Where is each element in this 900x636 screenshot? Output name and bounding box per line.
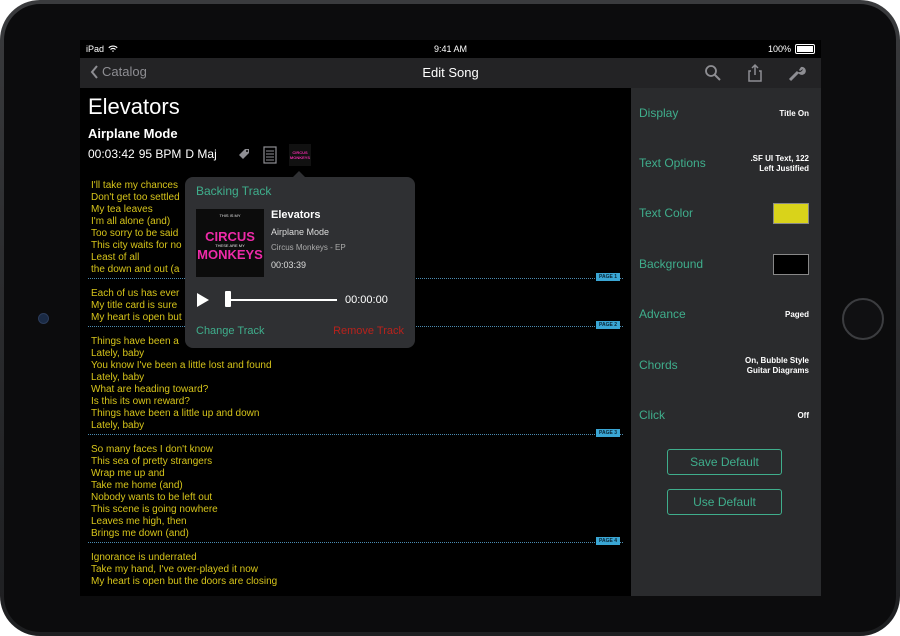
popover-title: Backing Track <box>196 184 272 198</box>
lyric-line: Lately, baby <box>91 372 145 383</box>
page-break: PAGE 3 <box>88 429 626 444</box>
playback-slider-track[interactable] <box>227 299 337 301</box>
album-art-line4: MONKEYS <box>197 247 263 262</box>
lyric-line: Nobody wants to be left out <box>91 492 213 503</box>
ipad-frame: iPad 9:41 AM 100% Catalog Edit Song Elev… <box>0 0 900 636</box>
battery-percent: 100% <box>767 44 791 54</box>
home-button[interactable] <box>842 298 884 340</box>
status-time: 9:41 AM <box>433 44 468 54</box>
setting-label: Text Options <box>639 156 706 170</box>
setting-label: Advance <box>639 307 686 321</box>
setting-label: Chords <box>639 358 678 372</box>
setting-value: Title On <box>779 109 809 118</box>
lyric-line: Is this its own reward? <box>91 396 190 407</box>
song-duration[interactable]: 00:03:42 <box>88 147 135 161</box>
lyric-line: Take my hand, I've over-played it now <box>91 564 258 575</box>
setting-value-line1: On, Bubble Style <box>744 356 809 365</box>
setting-label: Display <box>639 106 679 120</box>
song-title[interactable]: Elevators <box>88 94 180 120</box>
album-art-line1: THIS IS MY <box>219 213 241 218</box>
setting-text-options[interactable]: Text Options .SF UI Text, 122 Left Justi… <box>639 148 815 178</box>
setting-value: On, Bubble Style Guitar Diagrams <box>745 356 809 376</box>
screen: iPad 9:41 AM 100% Catalog Edit Song Elev… <box>80 40 821 596</box>
song-subtitle[interactable]: Airplane Mode <box>88 126 178 141</box>
album-art-line2: CIRCUS <box>205 229 255 244</box>
settings-panel: Display Title On Text Options .SF UI Tex… <box>631 88 821 596</box>
setting-background[interactable]: Background <box>639 249 815 279</box>
setting-label: Background <box>639 257 704 271</box>
lyric-line: What are heading toward? <box>91 384 209 395</box>
lyric-line: Brings me down (and) <box>91 528 189 539</box>
backing-track-popover: Backing Track THIS IS MY CIRCUS THESE AR… <box>185 177 415 348</box>
page-badge: PAGE 3 <box>596 429 620 437</box>
lyric-line: Leaves me high, then <box>91 516 187 527</box>
album-art: THIS IS MY CIRCUS THESE ARE MY MONKEYS <box>196 209 264 277</box>
background-color-swatch[interactable] <box>773 254 809 275</box>
playback-position: 00:00:00 <box>345 294 388 306</box>
lyric-line: Wrap me up and <box>91 468 165 479</box>
notes-icon[interactable] <box>263 146 277 164</box>
track-subtitle: Airplane Mode <box>271 227 330 237</box>
page-badge: PAGE 4 <box>596 537 620 545</box>
status-bar: iPad 9:41 AM 100% <box>80 40 821 58</box>
page-badge: PAGE 1 <box>596 273 620 281</box>
page-break: PAGE 4 <box>88 537 626 552</box>
lyric-line: My heart is open but the doors are closi… <box>91 576 278 587</box>
page-badge: PAGE 2 <box>596 321 620 329</box>
save-default-button[interactable]: Save Default <box>667 449 782 475</box>
lyric-line: Ignorance is underrated <box>91 552 197 563</box>
camera <box>38 313 49 324</box>
song-key[interactable]: D Maj <box>185 147 216 161</box>
setting-label: Click <box>639 408 665 422</box>
navigation-bar: Catalog Edit Song <box>80 58 821 88</box>
lyric-line: You know I've been a little lost and fou… <box>91 360 272 371</box>
setting-value: Paged <box>784 310 809 319</box>
lyric-line: Take me home (and) <box>91 480 183 491</box>
setting-value-line2: Left Justified <box>759 164 809 173</box>
setting-text-color[interactable]: Text Color <box>639 198 815 228</box>
tag-icon[interactable] <box>237 147 251 163</box>
text-color-swatch[interactable] <box>773 203 809 224</box>
thumb-text-line4: MONKEYS <box>289 155 311 160</box>
setting-value-line2: Guitar Diagrams <box>746 366 809 375</box>
lyric-line: This scene is going nowhere <box>91 504 218 515</box>
page-break-line <box>88 434 623 435</box>
lyric-line: So many faces I don't know <box>91 444 213 455</box>
setting-value-line1: .SF UI Text, 122 <box>750 154 809 163</box>
song-bpm[interactable]: 95 BPM <box>139 147 182 161</box>
setting-click[interactable]: Click Off <box>639 400 815 430</box>
lyric-line: Lately, baby <box>91 348 145 359</box>
remove-track-button[interactable]: Remove Track <box>333 325 404 337</box>
setting-label: Text Color <box>639 206 694 220</box>
lyric-line: This sea of pretty strangers <box>91 456 213 467</box>
change-track-button[interactable]: Change Track <box>196 325 264 337</box>
playback-slider-knob[interactable] <box>225 291 231 307</box>
setting-value: .SF UI Text, 122 Left Justified <box>750 154 809 174</box>
share-icon[interactable] <box>745 63 765 83</box>
song-meta: 00:03:42 95 BPM D Maj <box>88 147 217 161</box>
play-icon[interactable] <box>197 293 209 307</box>
battery-icon <box>795 44 815 54</box>
setting-display[interactable]: Display Title On <box>639 98 815 128</box>
album-art-thumbnail-icon[interactable]: CIRCUS MONKEYS <box>289 144 311 166</box>
track-duration: 00:03:39 <box>271 260 307 270</box>
track-album: Circus Monkeys - EP <box>271 243 346 252</box>
wrench-icon[interactable] <box>787 63 807 83</box>
setting-chords[interactable]: Chords On, Bubble Style Guitar Diagrams <box>639 350 815 380</box>
setting-value: Off <box>797 411 809 420</box>
page-break-line <box>88 542 623 543</box>
setting-advance[interactable]: Advance Paged <box>639 299 815 329</box>
lyric-line: Lately, baby <box>91 420 145 431</box>
track-title: Elevators <box>271 209 321 221</box>
lyric-line: Things have been a little up and down <box>91 408 260 419</box>
use-default-button[interactable]: Use Default <box>667 489 782 515</box>
search-icon[interactable] <box>703 63 723 83</box>
